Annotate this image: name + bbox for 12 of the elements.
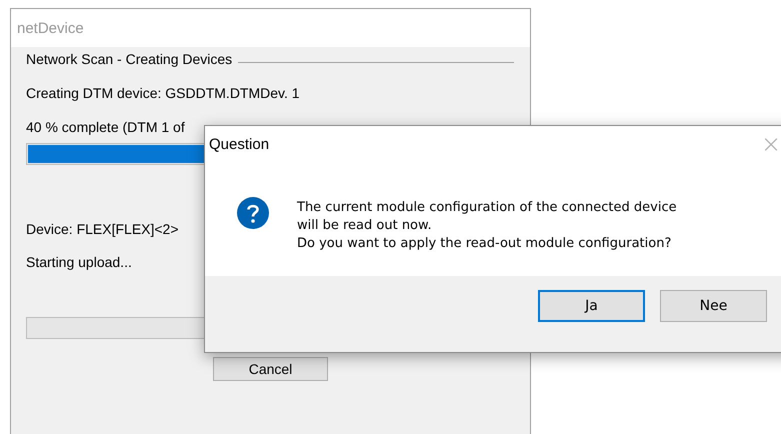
- progress-text: 40 % complete (DTM 1 of: [26, 119, 185, 135]
- device-text: Device: FLEX[FLEX]<2>: [26, 221, 179, 237]
- dialog-button[interactable]: Ja: [538, 290, 645, 322]
- status-text: Creating DTM device: GSDDTM.DTMDev. 1: [26, 85, 300, 101]
- question-icon: [237, 197, 269, 229]
- dialog-title: Question: [209, 136, 270, 152]
- group-title: Network Scan - Creating Devices: [26, 51, 232, 67]
- window-title: netDevice: [17, 20, 84, 36]
- upload-status-text: Starting upload...: [26, 254, 132, 270]
- dialog-button[interactable]: Nee: [660, 290, 767, 322]
- cancel-button[interactable]: Cancel: [213, 357, 328, 381]
- message-text: The current module configuration of the connected device will be read out now. Do you want to apply the read-out module configuration?: [297, 199, 677, 253]
